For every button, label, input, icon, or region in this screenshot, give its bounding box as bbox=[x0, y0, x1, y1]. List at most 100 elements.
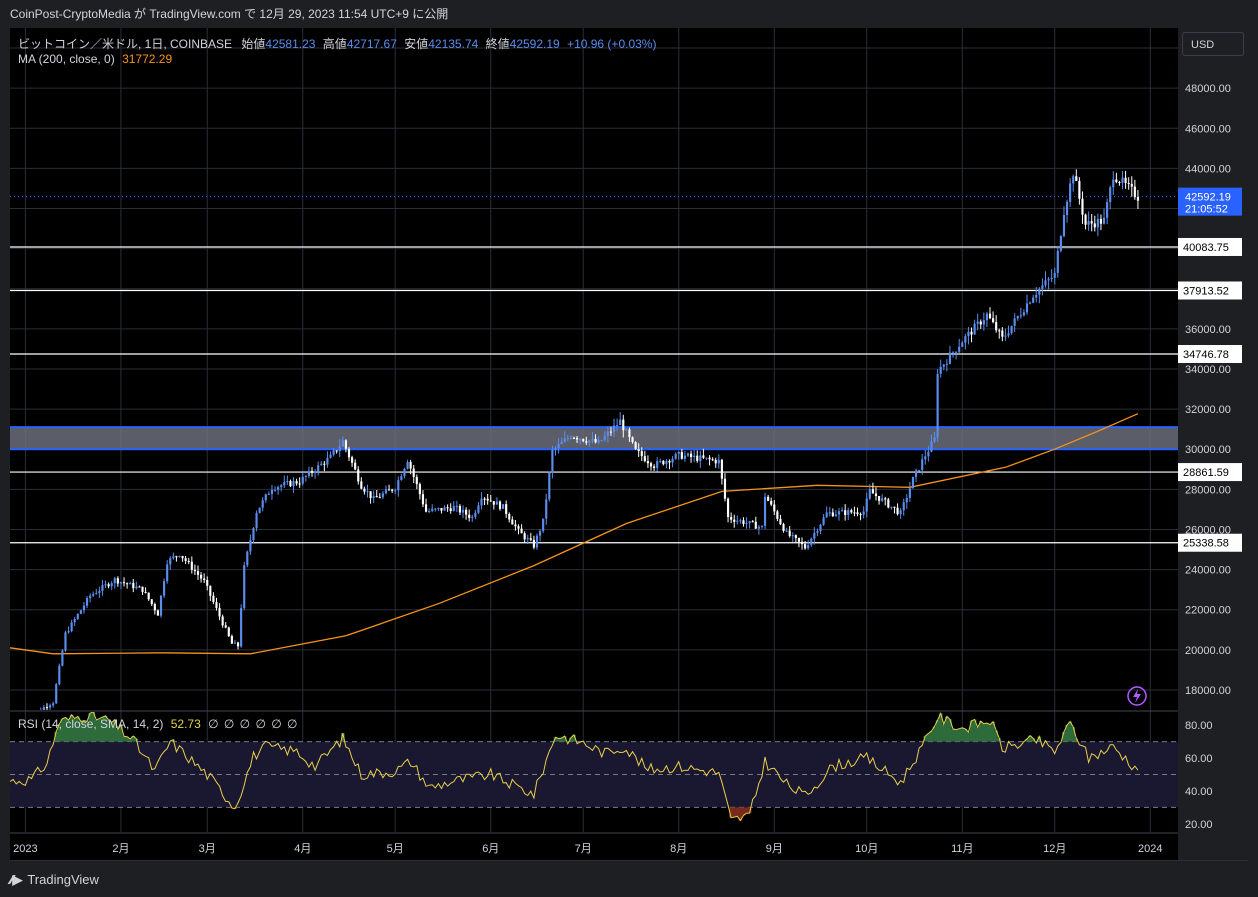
candle-body bbox=[147, 592, 150, 600]
candle-body bbox=[955, 351, 958, 353]
candle-body bbox=[483, 498, 486, 500]
candle-body bbox=[129, 582, 132, 585]
candle-body bbox=[545, 499, 548, 519]
candle-body bbox=[1004, 335, 1007, 337]
candle-body bbox=[532, 539, 535, 548]
candle-body bbox=[973, 323, 976, 335]
candle-body bbox=[619, 419, 622, 426]
candle-body bbox=[668, 460, 671, 463]
price-chart-svg[interactable]: 18000.0020000.0022000.0024000.0026000.00… bbox=[0, 0, 1258, 897]
rsi-legend: RSI (14, close, SMA, 14, 2) 52.73 ∅ ∅ ∅ … bbox=[18, 717, 299, 731]
candle-body bbox=[480, 498, 483, 506]
candle-body bbox=[862, 511, 865, 515]
candle-body bbox=[236, 642, 240, 647]
time-tick-label: 12月 bbox=[1043, 843, 1066, 855]
footer-divider bbox=[10, 860, 1248, 861]
time-tick-label: 2023 bbox=[13, 843, 37, 855]
candle-body bbox=[717, 459, 720, 464]
candle-body bbox=[760, 525, 764, 527]
candle-body bbox=[58, 665, 61, 685]
candle-body bbox=[446, 507, 449, 509]
candle-body bbox=[298, 483, 301, 485]
candle-body bbox=[218, 607, 221, 617]
price-tick-label: 20000.00 bbox=[1185, 645, 1231, 657]
candle-body bbox=[406, 462, 409, 469]
candle-body bbox=[458, 506, 462, 513]
candle-body bbox=[431, 508, 434, 511]
time-tick-label: 8月 bbox=[670, 843, 687, 855]
candle-body bbox=[597, 440, 600, 443]
candle-body bbox=[104, 584, 107, 586]
candle-body bbox=[258, 507, 261, 514]
price-tick-label: 28000.00 bbox=[1185, 484, 1231, 496]
close-label: 終値 bbox=[485, 37, 510, 51]
candle-body bbox=[1019, 315, 1022, 317]
candle-body bbox=[662, 460, 665, 465]
candle-body bbox=[1102, 217, 1106, 224]
candle-body bbox=[961, 342, 964, 347]
candle-body bbox=[979, 321, 982, 325]
candle-body bbox=[575, 437, 579, 440]
candle-body bbox=[1084, 214, 1087, 225]
candle-body bbox=[1127, 182, 1130, 184]
candle-body bbox=[767, 496, 770, 501]
candle-body bbox=[440, 507, 443, 511]
close-value: 42592.19 bbox=[509, 37, 560, 51]
time-tick-label: 3月 bbox=[199, 843, 216, 855]
candle-body bbox=[511, 519, 514, 525]
candle-body bbox=[600, 440, 603, 442]
time-tick-label: 6月 bbox=[482, 843, 499, 855]
candle-body bbox=[116, 578, 119, 584]
candle-body bbox=[800, 541, 804, 545]
candle-body bbox=[489, 500, 492, 502]
candle-body bbox=[141, 586, 144, 592]
candle-body bbox=[1109, 187, 1112, 203]
candle-body bbox=[850, 510, 853, 513]
price-tick-label: 22000.00 bbox=[1185, 605, 1231, 617]
candle-body bbox=[992, 318, 995, 323]
candle-body bbox=[871, 489, 874, 494]
candle-body bbox=[175, 556, 178, 558]
candle-body bbox=[110, 583, 113, 587]
candle-body bbox=[899, 510, 902, 515]
candle-body bbox=[542, 518, 545, 532]
candle-body bbox=[970, 331, 973, 335]
candle-body bbox=[351, 457, 354, 463]
candle-body bbox=[119, 582, 123, 584]
candle-body bbox=[1081, 198, 1084, 215]
price-tick-label: 34000.00 bbox=[1185, 364, 1231, 376]
footer-brand[interactable]: ⁄⁄▶ TradingView bbox=[10, 866, 99, 894]
price-tick-label: 48000.00 bbox=[1185, 83, 1231, 95]
candle-body bbox=[428, 510, 431, 512]
candle-body bbox=[394, 490, 397, 492]
candle-body bbox=[1028, 302, 1032, 304]
candle-body bbox=[64, 632, 67, 651]
candle-body bbox=[391, 489, 394, 491]
candle-body bbox=[856, 512, 859, 515]
candle-body bbox=[659, 460, 662, 462]
last-price-value: 42592.19 bbox=[1185, 192, 1231, 204]
candle-body bbox=[874, 493, 878, 497]
candle-body bbox=[529, 538, 532, 540]
candle-body bbox=[1056, 250, 1059, 273]
candle-body bbox=[896, 507, 899, 515]
candle-body bbox=[782, 524, 785, 532]
candle-body bbox=[1099, 218, 1103, 224]
candle-body bbox=[307, 470, 311, 476]
candle-body bbox=[865, 498, 868, 512]
currency-button[interactable]: USD bbox=[1182, 32, 1244, 56]
rsi-na-values: ∅ ∅ ∅ ∅ ∅ ∅ bbox=[208, 717, 299, 731]
candle-body bbox=[332, 450, 335, 455]
candle-body bbox=[415, 476, 418, 485]
high-value: 42717.67 bbox=[346, 37, 397, 51]
brand-label: TradingView bbox=[27, 872, 99, 887]
candle-body bbox=[292, 481, 295, 487]
rsi-tick-label: 20.00 bbox=[1185, 819, 1213, 831]
candle-body bbox=[859, 514, 862, 516]
candle-body bbox=[696, 455, 699, 461]
candle-body bbox=[461, 509, 465, 513]
candle-body bbox=[329, 454, 332, 458]
candle-body bbox=[1059, 236, 1062, 251]
candle-body bbox=[132, 582, 135, 589]
candle-body bbox=[270, 489, 274, 495]
